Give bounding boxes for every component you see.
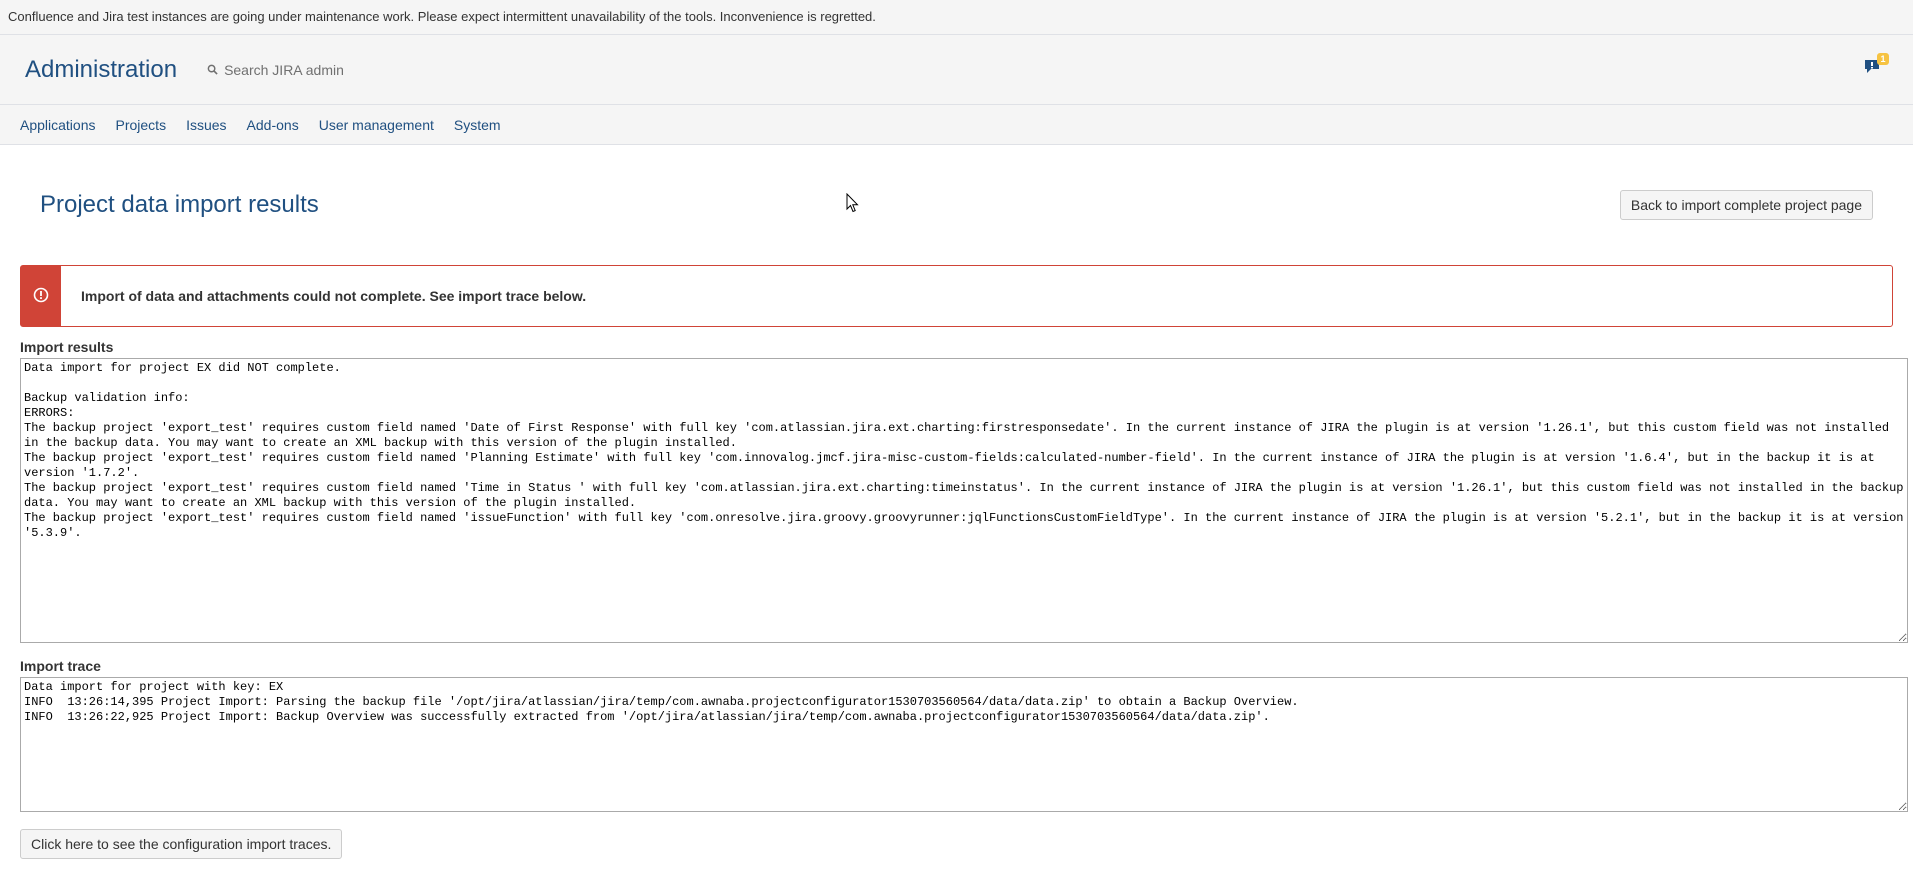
import-results-textarea[interactable]: Data import for project EX did NOT compl…	[20, 358, 1908, 643]
error-icon	[33, 287, 49, 306]
search-input[interactable]	[224, 61, 485, 78]
search-icon	[207, 62, 218, 78]
notification-button[interactable]: 1	[1863, 53, 1889, 79]
nav-system[interactable]: System	[454, 117, 501, 133]
nav-add-ons[interactable]: Add-ons	[247, 117, 299, 133]
import-results-label: Import results	[20, 339, 114, 355]
admin-nav: Applications Projects Issues Add-ons Use…	[0, 105, 1913, 145]
error-icon-column	[21, 266, 61, 326]
import-trace-textarea[interactable]: Data import for project with key: EX INF…	[20, 677, 1908, 812]
main-content: Project data import results Back to impo…	[0, 145, 1913, 859]
maintenance-banner: Confluence and Jira test instances are g…	[0, 0, 1913, 35]
error-message: Import of data and attachments could not…	[81, 288, 587, 304]
config-traces-row: Click here to see the configuration impo…	[20, 829, 1893, 859]
import-trace-label: Import trace	[20, 658, 101, 674]
admin-header: Administration 1	[0, 35, 1913, 105]
error-message-box: Import of data and attachments could not…	[20, 265, 1893, 327]
nav-issues[interactable]: Issues	[186, 117, 226, 133]
page-header: Project data import results Back to impo…	[20, 145, 1893, 265]
banner-text: Confluence and Jira test instances are g…	[8, 9, 876, 24]
nav-applications[interactable]: Applications	[20, 117, 96, 133]
back-to-import-button[interactable]: Back to import complete project page	[1619, 190, 1873, 220]
admin-search	[207, 61, 485, 78]
notification-badge: 1	[1877, 53, 1889, 65]
page-title: Project data import results	[40, 191, 319, 218]
cursor-icon	[846, 192, 860, 213]
config-import-traces-button[interactable]: Click here to see the configuration impo…	[20, 829, 343, 859]
nav-projects[interactable]: Projects	[116, 117, 167, 133]
admin-title[interactable]: Administration	[25, 56, 177, 84]
nav-user-management[interactable]: User management	[319, 117, 434, 133]
